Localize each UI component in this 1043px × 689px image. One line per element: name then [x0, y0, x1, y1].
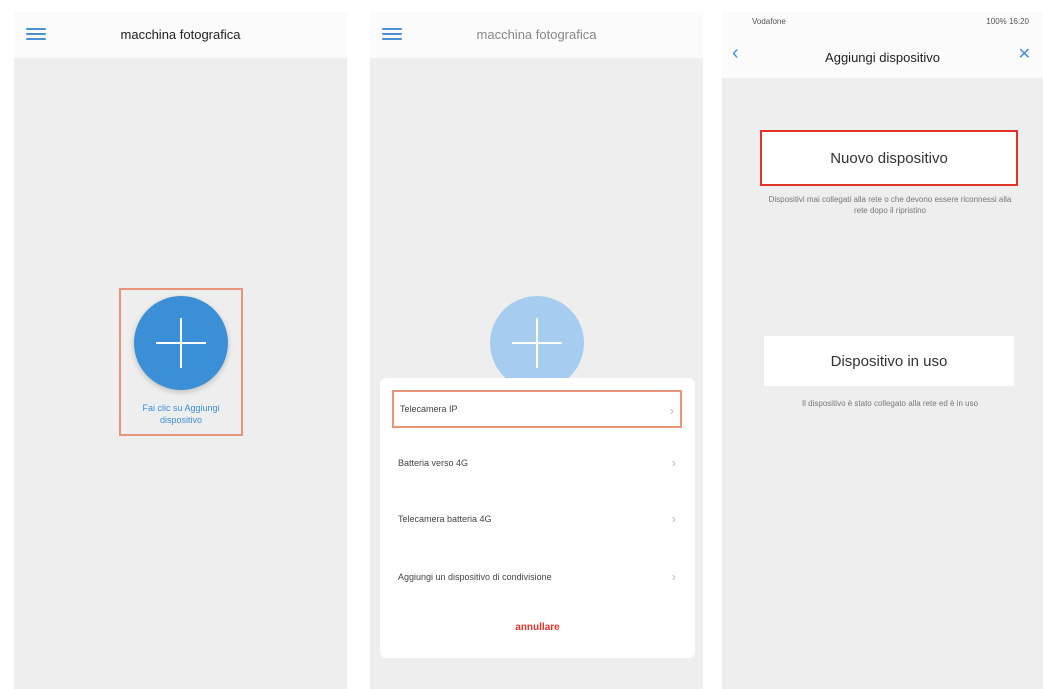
new-device-button[interactable]: Nuovo dispositivo — [760, 130, 1018, 186]
device-type-sheet: Telecamera IP › Batteria verso 4G › Tele… — [380, 378, 695, 658]
menu-item-label: Telecamera batteria 4G — [398, 514, 492, 524]
new-device-description: Dispositivi mai collegati alla rete o ch… — [768, 195, 1012, 215]
chevron-right-icon: › — [671, 455, 676, 470]
header-bar: macchina fotografica — [370, 12, 703, 58]
chevron-right-icon: › — [671, 511, 676, 526]
nav-title: Aggiungi dispositivo — [825, 50, 940, 65]
add-device-label[interactable]: Fai clic su Aggiungi dispositivo — [122, 402, 240, 426]
status-bar: Vodafone 100% 16:20 — [722, 12, 1043, 32]
cancel-button[interactable]: annullare — [380, 622, 695, 633]
header-title: macchina fotografica — [120, 27, 241, 42]
screen-camera-list: macchina fotografica Fai clic su Aggiung… — [14, 12, 347, 689]
carrier-label: Vodafone — [752, 17, 786, 26]
menu-item-label: Telecamera IP — [400, 404, 458, 414]
chevron-right-icon: › — [669, 403, 674, 418]
add-device-button[interactable] — [134, 296, 228, 390]
header-bar: macchina fotografica — [14, 12, 347, 58]
used-device-button[interactable]: Dispositivo in uso — [764, 336, 1014, 386]
screen-add-device: Vodafone 100% 16:20 ‹ Aggiungi dispositi… — [722, 12, 1043, 689]
menu-item-label: Batteria verso 4G — [398, 458, 469, 468]
battery-time-label: 100% 16:20 — [986, 17, 1029, 26]
menu-item-share-device[interactable]: Aggiungi un dispositivo di condivisione … — [392, 558, 682, 596]
menu-item-label: Aggiungi un dispositivo di condivisione — [398, 572, 552, 582]
add-device-button[interactable] — [490, 296, 584, 390]
chevron-right-icon: › — [671, 569, 676, 584]
menu-item-ip-camera[interactable]: Telecamera IP › — [392, 390, 682, 428]
used-device-description: Il dispositivo è stato collegato alla re… — [801, 399, 979, 408]
menu-item-battery-4g[interactable]: Batteria verso 4G › — [392, 444, 682, 482]
header-title: macchina fotografica — [476, 27, 597, 42]
nav-bar: ‹ Aggiungi dispositivo ✕ — [722, 32, 1043, 78]
close-icon[interactable]: ✕ — [1018, 44, 1031, 64]
screen-device-type-menu: macchina fotografica Telecamera IP › Bat… — [370, 12, 703, 689]
menu-item-battery-camera-4g[interactable]: Telecamera batteria 4G › — [392, 500, 682, 538]
